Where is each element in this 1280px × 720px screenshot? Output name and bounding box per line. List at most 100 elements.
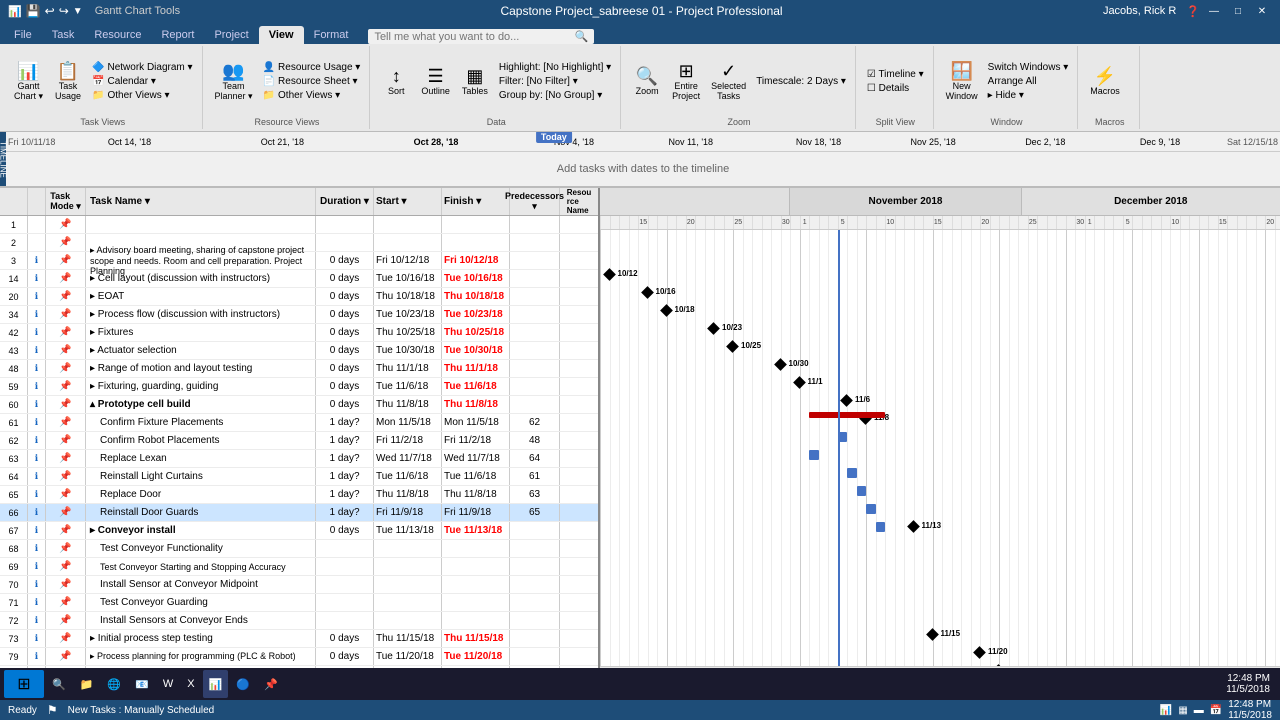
macros-button[interactable]: ⚡ Macros xyxy=(1086,65,1124,98)
grid-line-v xyxy=(885,230,886,666)
calendar-button[interactable]: 📅 Calendar ▾ xyxy=(89,75,196,88)
resource-sheet-button[interactable]: 📄 Resource Sheet ▾ xyxy=(260,75,364,88)
other-views-res-button[interactable]: 📁 Other Views ▾ xyxy=(260,89,364,102)
table-row[interactable]: 59ℹ 📌 ▸ Fixturing, guarding, guiding 0 d… xyxy=(0,378,598,396)
quick-access-redo[interactable]: ↪ xyxy=(59,4,69,18)
grid-line-v xyxy=(1047,230,1048,666)
taskbar-project[interactable]: 📊 xyxy=(203,670,229,698)
milestone-diamond xyxy=(793,376,806,389)
highlight-dropdown[interactable]: Highlight: [No Highlight] ▾ xyxy=(496,61,614,74)
table-row[interactable]: 61ℹ 📌 Confirm Fixture Placements 1 day? … xyxy=(0,414,598,432)
grid-line-v xyxy=(724,230,725,666)
status-view-icon[interactable]: 📊 xyxy=(1160,705,1172,716)
col-start-header[interactable]: Start ▾ xyxy=(374,188,442,215)
groupby-dropdown[interactable]: Group by: [No Group] ▾ xyxy=(496,89,614,102)
tab-view[interactable]: View xyxy=(259,26,304,44)
table-row[interactable]: 79ℹ 📌 ▸ Process planning for programming… xyxy=(0,648,598,666)
selected-tasks-button[interactable]: ✓ SelectedTasks xyxy=(707,60,750,103)
taskbar-edge[interactable]: 🌐 xyxy=(101,670,127,698)
table-row[interactable]: 43ℹ 📌 ▸ Actuator selection 0 days Tue 10… xyxy=(0,342,598,360)
taskbar-search[interactable]: 🔍 xyxy=(46,670,72,698)
details-checkbox[interactable]: ☐ Details xyxy=(864,82,927,95)
col-duration-header[interactable]: Duration ▾ xyxy=(316,188,374,215)
taskbar-chrome[interactable]: 🔵 xyxy=(230,670,256,698)
table-row[interactable]: 66ℹ 📌 Reinstall Door Guards 1 day? Fri 1… xyxy=(0,504,598,522)
entire-project-button[interactable]: ⊞ EntireProject xyxy=(668,60,704,103)
task-bar[interactable] xyxy=(876,522,886,532)
task-bar[interactable] xyxy=(866,504,876,514)
table-row[interactable]: 67ℹ 📌 ▸ Conveyor install 0 days Tue 11/1… xyxy=(0,522,598,540)
restore-button[interactable]: □ xyxy=(1228,3,1248,19)
hide-button[interactable]: ▸ Hide ▾ xyxy=(985,89,1072,102)
tab-report[interactable]: Report xyxy=(151,26,204,44)
resource-usage-button[interactable]: 👤 Resource Usage ▾ xyxy=(260,61,364,74)
tab-format[interactable]: Format xyxy=(304,26,359,44)
arrange-all-button[interactable]: Arrange All xyxy=(985,75,1072,88)
col-finish-header[interactable]: Finish ▾ xyxy=(442,188,510,215)
filter-dropdown[interactable]: Filter: [No Filter] ▾ xyxy=(496,75,614,88)
table-row[interactable]: 14ℹ 📌 ▸ Cell layout (discussion with ins… xyxy=(0,270,598,288)
table-row[interactable]: 3 ℹ 📌 ▸ Advisory board meeting, sharing … xyxy=(0,252,598,270)
grid-line-v xyxy=(1009,230,1010,666)
taskbar-file-explorer[interactable]: 📁 xyxy=(74,670,100,698)
minimize-button[interactable]: — xyxy=(1204,3,1224,19)
quick-access-dropdown[interactable]: ▼ xyxy=(73,6,83,17)
team-planner-button[interactable]: 👥 TeamPlanner ▾ xyxy=(211,60,257,104)
grid-line-v xyxy=(733,230,734,666)
table-row[interactable]: 65ℹ 📌 Replace Door 1 day? Thu 11/8/18 Th… xyxy=(0,486,598,504)
col-name-header[interactable]: Task Name ▾ xyxy=(86,188,316,215)
timescale-dropdown[interactable]: Timescale: 2 Days ▾ xyxy=(753,75,849,88)
other-views-task-button[interactable]: 📁 Other Views ▾ xyxy=(89,89,196,102)
status-table-icon[interactable]: ▦ xyxy=(1178,705,1187,716)
help-icon[interactable]: ❓ xyxy=(1186,5,1200,18)
tab-file[interactable]: File xyxy=(4,26,42,44)
outline-button[interactable]: ☰ Outline xyxy=(417,65,454,98)
gantt-chart-button[interactable]: 📊 GanttChart ▾ xyxy=(10,60,47,104)
switch-windows-button[interactable]: Switch Windows ▾ xyxy=(985,61,1072,74)
table-row[interactable]: 71ℹ 📌 Test Conveyor Guarding xyxy=(0,594,598,612)
tables-button[interactable]: ▦ Tables xyxy=(457,65,493,98)
taskbar-excel[interactable]: X xyxy=(181,670,200,698)
col-pred-header[interactable]: Predecessors ▾ xyxy=(510,188,560,215)
table-row[interactable]: 20ℹ 📌 ▸ EOAT 0 days Thu 10/18/18 Thu 10/… xyxy=(0,288,598,306)
task-bar[interactable] xyxy=(809,450,819,460)
table-row[interactable]: 1📌 xyxy=(0,216,598,234)
tab-resource[interactable]: Resource xyxy=(84,26,151,44)
taskbar-word[interactable]: W xyxy=(157,670,179,698)
table-row[interactable]: 63ℹ 📌 Replace Lexan 1 day? Wed 11/7/18 W… xyxy=(0,450,598,468)
table-row[interactable]: 73ℹ 📌 ▸ Initial process step testing 0 d… xyxy=(0,630,598,648)
task-usage-button[interactable]: 📋 TaskUsage xyxy=(50,60,86,103)
table-row[interactable]: 34ℹ 📌 ▸ Process flow (discussion with in… xyxy=(0,306,598,324)
search-ribbon-input[interactable] xyxy=(374,31,574,43)
table-row[interactable]: 64ℹ 📌 Reinstall Light Curtains 1 day? Tu… xyxy=(0,468,598,486)
close-button[interactable]: ✕ xyxy=(1252,3,1272,19)
table-row[interactable]: 68ℹ 📌 Test Conveyor Functionality xyxy=(0,540,598,558)
table-row[interactable]: 42ℹ 📌 ▸ Fixtures 0 days Thu 10/25/18 Thu… xyxy=(0,324,598,342)
table-row[interactable]: 48ℹ 📌 ▸ Range of motion and layout testi… xyxy=(0,360,598,378)
sort-button[interactable]: ↕ Sort xyxy=(378,65,414,98)
today-button[interactable]: Today xyxy=(536,132,572,143)
taskbar-mail[interactable]: 📧 xyxy=(129,670,155,698)
table-row[interactable]: 70ℹ 📌 Install Sensor at Conveyor Midpoin… xyxy=(0,576,598,594)
col-res-header[interactable]: ResourceName xyxy=(560,188,598,215)
task-bar[interactable] xyxy=(857,486,867,496)
tab-task[interactable]: Task xyxy=(42,26,85,44)
zoom-button[interactable]: 🔍 Zoom xyxy=(629,65,665,98)
table-row[interactable]: 60ℹ 📌 ▴ Prototype cell build 0 days Thu … xyxy=(0,396,598,414)
table-row[interactable]: 62ℹ 📌 Confirm Robot Placements 1 day? Fr… xyxy=(0,432,598,450)
taskbar-other[interactable]: 📌 xyxy=(258,670,284,698)
table-row[interactable]: 69ℹ 📌 Test Conveyor Starting and Stoppin… xyxy=(0,558,598,576)
table-row[interactable]: 72ℹ 📌 Install Sensors at Conveyor Ends xyxy=(0,612,598,630)
quick-access-save[interactable]: 💾 xyxy=(26,4,41,18)
timeline-checkbox[interactable]: ☑ Timeline ▾ xyxy=(864,68,927,81)
start-button[interactable]: ⊞ xyxy=(4,670,44,698)
status-gantt-icon[interactable]: ▬ xyxy=(1194,705,1204,716)
tab-project[interactable]: Project xyxy=(204,26,258,44)
new-window-button[interactable]: 🪟 NewWindow xyxy=(942,60,982,103)
quick-access-undo[interactable]: ↩ xyxy=(45,4,55,18)
status-timeline-icon[interactable]: 📅 xyxy=(1210,705,1222,716)
network-diagram-button[interactable]: 🔷 Network Diagram ▾ xyxy=(89,61,196,74)
milestone-label: 10/18 xyxy=(675,305,695,314)
task-bar[interactable] xyxy=(847,468,857,478)
timeline-nov18: Nov 18, '18 xyxy=(796,137,841,147)
